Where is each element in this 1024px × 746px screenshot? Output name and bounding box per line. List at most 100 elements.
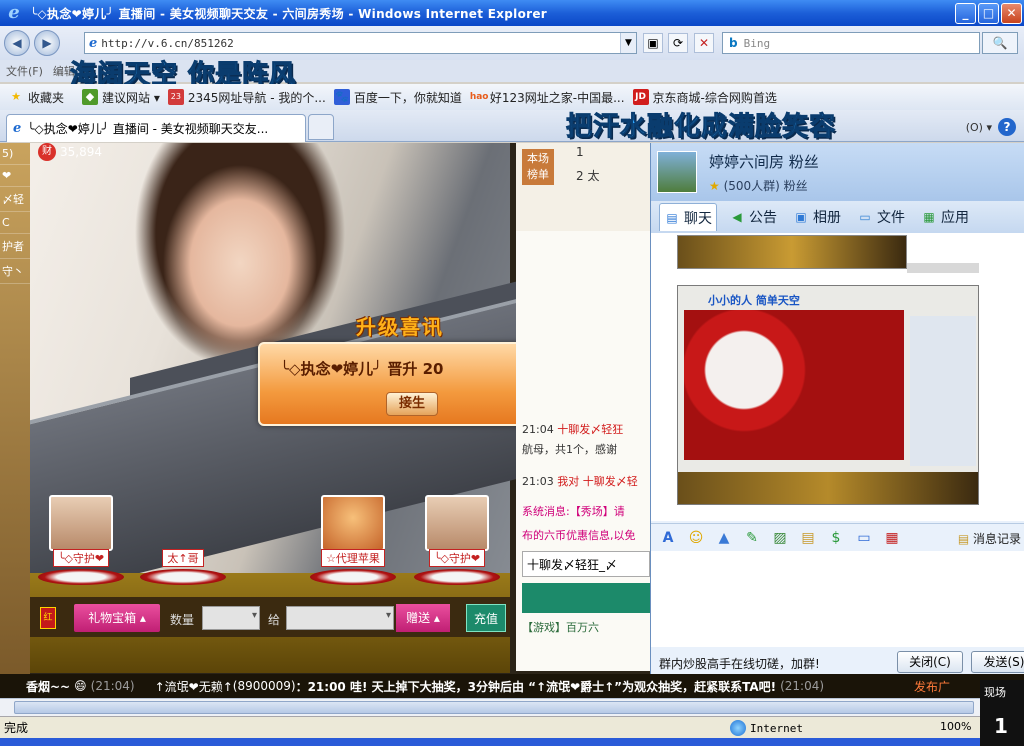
chat-text: 系统消息:【秀场】请 bbox=[522, 505, 625, 518]
qq-tabs: ▤ 聊天 ◀ 公告 ▣ 相册 ▭ 文件 ▦ 应用 bbox=[651, 201, 1024, 233]
search-box[interactable]: b Bing bbox=[722, 32, 980, 54]
tools-menu[interactable]: (O) ▾ bbox=[966, 121, 992, 134]
tab-announce[interactable]: ◀ 公告 bbox=[725, 203, 781, 231]
guard-seat[interactable]: ☆代理苹果 bbox=[308, 495, 398, 587]
window-controls: _ □ ✕ bbox=[955, 3, 1022, 24]
guard-pedestal bbox=[310, 569, 396, 585]
tab-files[interactable]: ▭ 文件 bbox=[853, 203, 909, 231]
left-strip-item[interactable]: 护者 bbox=[0, 234, 30, 259]
rank-row[interactable]: 1 bbox=[576, 145, 584, 159]
money-icon[interactable]: $ bbox=[825, 527, 847, 549]
tab-live-room[interactable]: e ╰◇执念❤婷儿╯ 直播间 - 美女视频聊天交友... bbox=[6, 114, 306, 142]
rank-row[interactable]: 2 太 bbox=[576, 167, 599, 184]
left-strip-item[interactable]: 守丶 bbox=[0, 259, 30, 284]
help-icon[interactable]: ? bbox=[998, 118, 1016, 136]
announce-icon: ◀ bbox=[732, 210, 742, 224]
shake-icon[interactable]: ▲ bbox=[713, 527, 735, 549]
status-bar: 完成 Internet 100% bbox=[0, 716, 1024, 738]
new-tab-button[interactable] bbox=[308, 114, 334, 140]
ticker-user[interactable]: ↑流氓❤无赖↑ bbox=[155, 678, 233, 695]
image-icon[interactable]: ▨ bbox=[769, 527, 791, 549]
back-button[interactable]: ◀ bbox=[4, 30, 30, 56]
recharge-button[interactable]: 充值 bbox=[466, 604, 506, 632]
gift-box-button[interactable]: 礼物宝箱 ▴ bbox=[74, 604, 160, 632]
forward-button[interactable]: ▶ bbox=[34, 30, 60, 56]
tab-chat[interactable]: ▤ 聊天 bbox=[659, 203, 717, 231]
shared-screenshot[interactable] bbox=[677, 235, 907, 269]
guard-seat[interactable]: ╰◇守护❤ bbox=[412, 495, 502, 587]
qq-message-area[interactable]: 小小的人 简单天空 bbox=[651, 233, 1024, 521]
chat-line: 21:03 我对 十聊发〆轻 bbox=[522, 473, 638, 489]
chat-message-input[interactable] bbox=[522, 583, 650, 613]
group-avatar[interactable] bbox=[657, 151, 697, 193]
chat-target-select[interactable]: 十聊发〆轻狂_〆 bbox=[522, 551, 650, 577]
fav-label: 百度一下，你就知道 bbox=[353, 90, 462, 105]
close-button[interactable]: ✕ bbox=[1001, 3, 1022, 24]
qq-close-button[interactable]: 关闭(C) bbox=[897, 651, 963, 673]
more-icon[interactable]: ▦ bbox=[881, 527, 903, 549]
horizontal-scrollbar[interactable] bbox=[0, 698, 980, 716]
compat-view-icon[interactable]: ▣ bbox=[643, 33, 663, 53]
rank-name: 太 bbox=[587, 169, 600, 183]
qq-send-button[interactable]: 发送(S) bbox=[971, 651, 1024, 673]
suggest-icon: ◆ bbox=[82, 89, 99, 105]
address-url[interactable]: http://v.6.cn/851262 bbox=[101, 37, 233, 50]
zoom-level[interactable]: 100% bbox=[940, 720, 971, 733]
screenshot-taskbar bbox=[907, 263, 979, 273]
screenshot-heart-image bbox=[684, 310, 904, 460]
fav-suggested[interactable]: ◆ 建议网站 ▾ bbox=[82, 89, 160, 106]
fav-hao123[interactable]: hao 好123网址之家-中国最... bbox=[470, 89, 625, 106]
left-strip-item[interactable]: ❤ bbox=[0, 165, 30, 187]
screenshot-icon[interactable]: ▭ bbox=[853, 527, 875, 549]
send-gift-button[interactable]: 赠送 ▴ bbox=[396, 604, 450, 632]
2345-icon: 23 bbox=[167, 89, 184, 105]
refresh-icon[interactable]: ⟳ bbox=[668, 33, 688, 53]
guard-seat[interactable]: ╰◇守护❤ bbox=[36, 495, 126, 587]
maximize-button[interactable]: □ bbox=[978, 3, 999, 24]
popup-number: 1 bbox=[994, 714, 1008, 738]
upgrade-accept-button[interactable]: 接生 bbox=[386, 392, 438, 416]
red-packet-icon[interactable]: 红 bbox=[40, 607, 56, 629]
fav-2345[interactable]: 23 2345网址导航 - 我的个... bbox=[167, 89, 326, 106]
qq-ad-link[interactable]: 群内炒股高手在线切磋，加群! bbox=[659, 655, 820, 672]
guard-seat[interactable]: 太↑哥 bbox=[138, 495, 228, 587]
fav-favorites[interactable]: ★ 收藏夹 bbox=[8, 89, 64, 106]
tab-album[interactable]: ▣ 相册 bbox=[789, 203, 845, 231]
tab-apps[interactable]: ▦ 应用 bbox=[917, 203, 973, 231]
menu-file[interactable]: 文件(F) bbox=[6, 63, 43, 79]
chat-text[interactable]: 我对 十聊发〆轻 bbox=[557, 475, 638, 488]
minimize-button[interactable]: _ bbox=[955, 3, 976, 24]
search-button[interactable]: 🔍 bbox=[982, 32, 1018, 54]
quantity-select[interactable] bbox=[202, 606, 260, 630]
font-icon[interactable]: A bbox=[657, 527, 679, 549]
chat-text: 航母，共1个，感谢 bbox=[522, 443, 617, 456]
rank-tab[interactable]: 本场榜单 bbox=[522, 149, 554, 185]
stop-icon[interactable]: ✕ bbox=[694, 33, 714, 53]
doc-icon[interactable]: ▤ bbox=[797, 527, 819, 549]
shared-screenshot[interactable]: 小小的人 简单天空 bbox=[677, 285, 979, 505]
recipient-select[interactable] bbox=[286, 606, 394, 630]
left-strip-item[interactable]: 5) bbox=[0, 143, 30, 165]
guard-avatar bbox=[425, 495, 489, 551]
address-bar[interactable]: e http://v.6.cn/851262 ▼ bbox=[84, 32, 637, 54]
fav-baidu[interactable]: 🐾 百度一下，你就知道 bbox=[333, 89, 462, 106]
fav-jd[interactable]: JD 京东商城-综合网购首选 bbox=[632, 89, 777, 106]
left-strip-item[interactable]: 〆轻 bbox=[0, 187, 30, 212]
message-history[interactable]: ▤ 消息记录 bbox=[958, 530, 1021, 547]
qq-group-window: 婷婷六间房 粉丝 ★ (500人群) 粉丝 ▤ 聊天 ◀ 公告 ▣ 相册 ▭ 文… bbox=[650, 143, 1024, 674]
live-popup[interactable]: 现场 1 bbox=[980, 680, 1024, 746]
apps-icon: ▦ bbox=[923, 210, 935, 224]
left-strip-item[interactable]: C bbox=[0, 212, 30, 234]
emoji-icon[interactable]: ☺ bbox=[685, 527, 707, 549]
zone-label: Internet bbox=[750, 721, 803, 735]
game-notice[interactable]: 【游戏】百万六 bbox=[522, 619, 599, 635]
album-icon: ▣ bbox=[795, 210, 807, 224]
voice-icon[interactable]: ✎ bbox=[741, 527, 763, 549]
chat-text[interactable]: 十聊发〆轻狂 bbox=[557, 423, 623, 436]
address-dropdown-icon[interactable]: ▼ bbox=[620, 33, 636, 53]
qq-message-input[interactable] bbox=[651, 551, 1024, 647]
publish-ad-link[interactable]: 发布广 bbox=[914, 678, 950, 695]
ticker-user[interactable]: 香烟~~ bbox=[26, 678, 70, 695]
security-zone[interactable]: Internet bbox=[730, 720, 803, 736]
scroll-thumb[interactable] bbox=[14, 701, 974, 714]
